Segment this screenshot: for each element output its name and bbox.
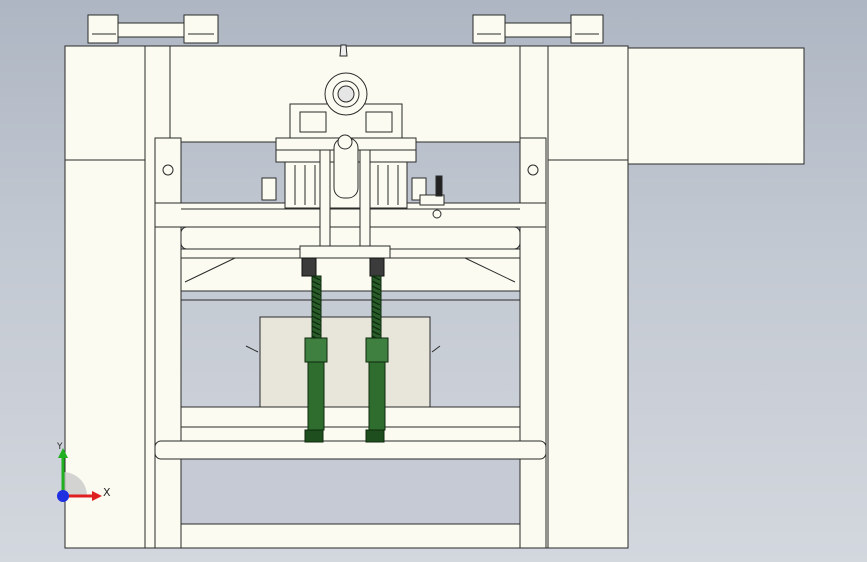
left-outer-frame xyxy=(64,45,171,549)
top-marker xyxy=(339,44,348,57)
assembly-drawing xyxy=(57,14,805,549)
cad-viewport[interactable] xyxy=(0,0,867,562)
base-bar xyxy=(180,523,521,549)
left-post-hole xyxy=(162,164,174,176)
left-bolt xyxy=(261,177,277,201)
x-axis-label: X xyxy=(103,486,111,499)
bottom-window xyxy=(180,458,521,525)
lower-rail xyxy=(180,426,521,442)
inner-block xyxy=(259,316,431,410)
top-clamp-right xyxy=(472,14,604,44)
adjust-screw xyxy=(435,175,443,197)
right-outer-frame xyxy=(519,45,805,549)
y-axis-label: Y xyxy=(57,442,63,452)
right-post xyxy=(519,137,547,549)
right-post-hole xyxy=(527,164,539,176)
lower-tube xyxy=(154,440,547,460)
lower-platform xyxy=(180,406,521,428)
side-bracket xyxy=(627,47,805,165)
top-clamp-left xyxy=(87,14,219,44)
z-axis-dot xyxy=(57,490,69,502)
left-post xyxy=(154,137,182,549)
